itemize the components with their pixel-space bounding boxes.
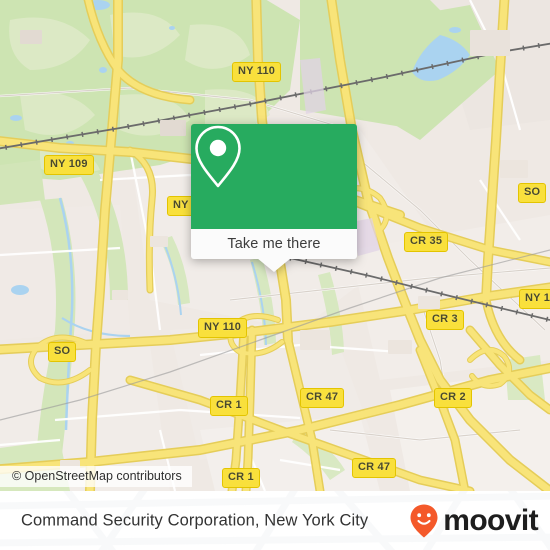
road-shield: NY 10 <box>519 289 550 309</box>
osm-attribution-text: © OpenStreetMap contributors <box>12 469 182 483</box>
road-shield: NY 109 <box>44 155 94 175</box>
popup-header <box>191 124 357 229</box>
road-shield: SO <box>518 183 547 203</box>
road-shield: SO <box>48 342 77 362</box>
map-pin-icon <box>195 125 241 188</box>
osm-attribution[interactable]: © OpenStreetMap contributors <box>0 466 192 487</box>
page-title: Command Security Corporation, New York C… <box>21 511 369 529</box>
location-popup-card[interactable]: Take me there <box>191 124 357 272</box>
road-shield: CR 47 <box>352 458 397 478</box>
map-canvas[interactable]: NY 110 NY 109 NY 1 SO CR 35 NY 10 NY 110… <box>0 0 550 491</box>
popup-action-bar[interactable]: Take me there <box>191 229 357 259</box>
moovit-map-screenshot: NY 110 NY 109 NY 1 SO CR 35 NY 10 NY 110… <box>0 0 550 550</box>
moovit-wordmark: moovit <box>443 503 538 537</box>
moovit-smiley-pin-icon <box>410 504 438 537</box>
popup-pointer-tail <box>257 258 291 272</box>
take-me-there-label: Take me there <box>227 236 321 252</box>
road-shield: CR 1 <box>222 468 260 488</box>
road-shield: NY 110 <box>198 318 248 338</box>
road-shield: CR 2 <box>434 388 472 408</box>
bottom-caption-bar: Command Security Corporation, New York C… <box>0 491 550 550</box>
road-shield: CR 47 <box>300 388 345 408</box>
moovit-logo[interactable]: moovit <box>409 503 539 539</box>
road-shield: CR 1 <box>210 396 248 416</box>
road-shield: CR 3 <box>426 310 464 330</box>
road-shield: NY 110 <box>232 62 282 82</box>
road-shield: CR 35 <box>404 232 449 252</box>
